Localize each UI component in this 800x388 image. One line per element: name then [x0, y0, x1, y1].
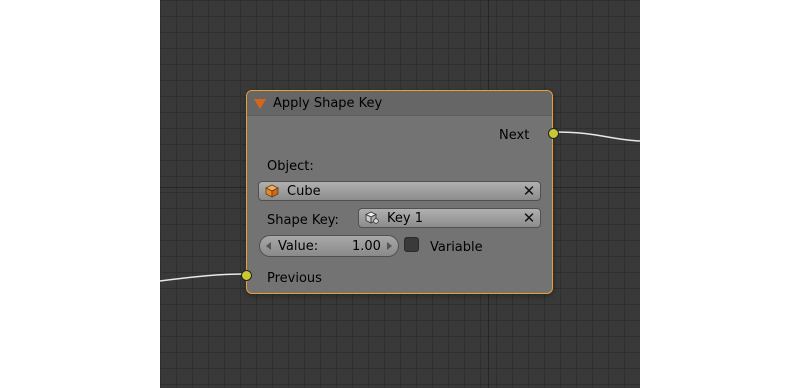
node-header[interactable]: Apply Shape Key	[247, 91, 552, 116]
variable-checkbox[interactable]	[404, 237, 419, 252]
object-field[interactable]: Cube ✕	[258, 181, 541, 201]
decrement-arrow-icon[interactable]	[266, 242, 271, 250]
input-socket-previous[interactable]	[241, 270, 252, 281]
value-label: Value:	[278, 239, 319, 254]
shape-key-value: Key 1	[387, 211, 423, 226]
object-label: Object:	[267, 159, 314, 174]
apply-shape-key-node[interactable]: Apply Shape Key Next Object: Cube ✕ Shap…	[241, 90, 559, 294]
output-socket-label: Next	[499, 128, 530, 143]
input-socket-label: Previous	[267, 271, 322, 286]
shape-key-label: Shape Key:	[267, 213, 339, 228]
clear-shape-key-x-icon[interactable]: ✕	[522, 211, 536, 226]
variable-label: Variable	[430, 240, 483, 255]
object-value: Cube	[287, 184, 321, 199]
value-number: 1.00	[352, 239, 381, 254]
value-slider[interactable]: Value: 1.00	[259, 235, 399, 257]
collapse-triangle-icon[interactable]	[254, 99, 266, 109]
output-socket-next[interactable]	[548, 128, 559, 139]
node-title: Apply Shape Key	[273, 96, 383, 111]
shape-key-field[interactable]: Key 1 ✕	[358, 208, 541, 228]
shape-key-icon	[365, 211, 379, 224]
increment-arrow-icon[interactable]	[387, 242, 392, 250]
clear-object-x-icon[interactable]: ✕	[522, 184, 536, 199]
cube-icon	[265, 184, 279, 198]
